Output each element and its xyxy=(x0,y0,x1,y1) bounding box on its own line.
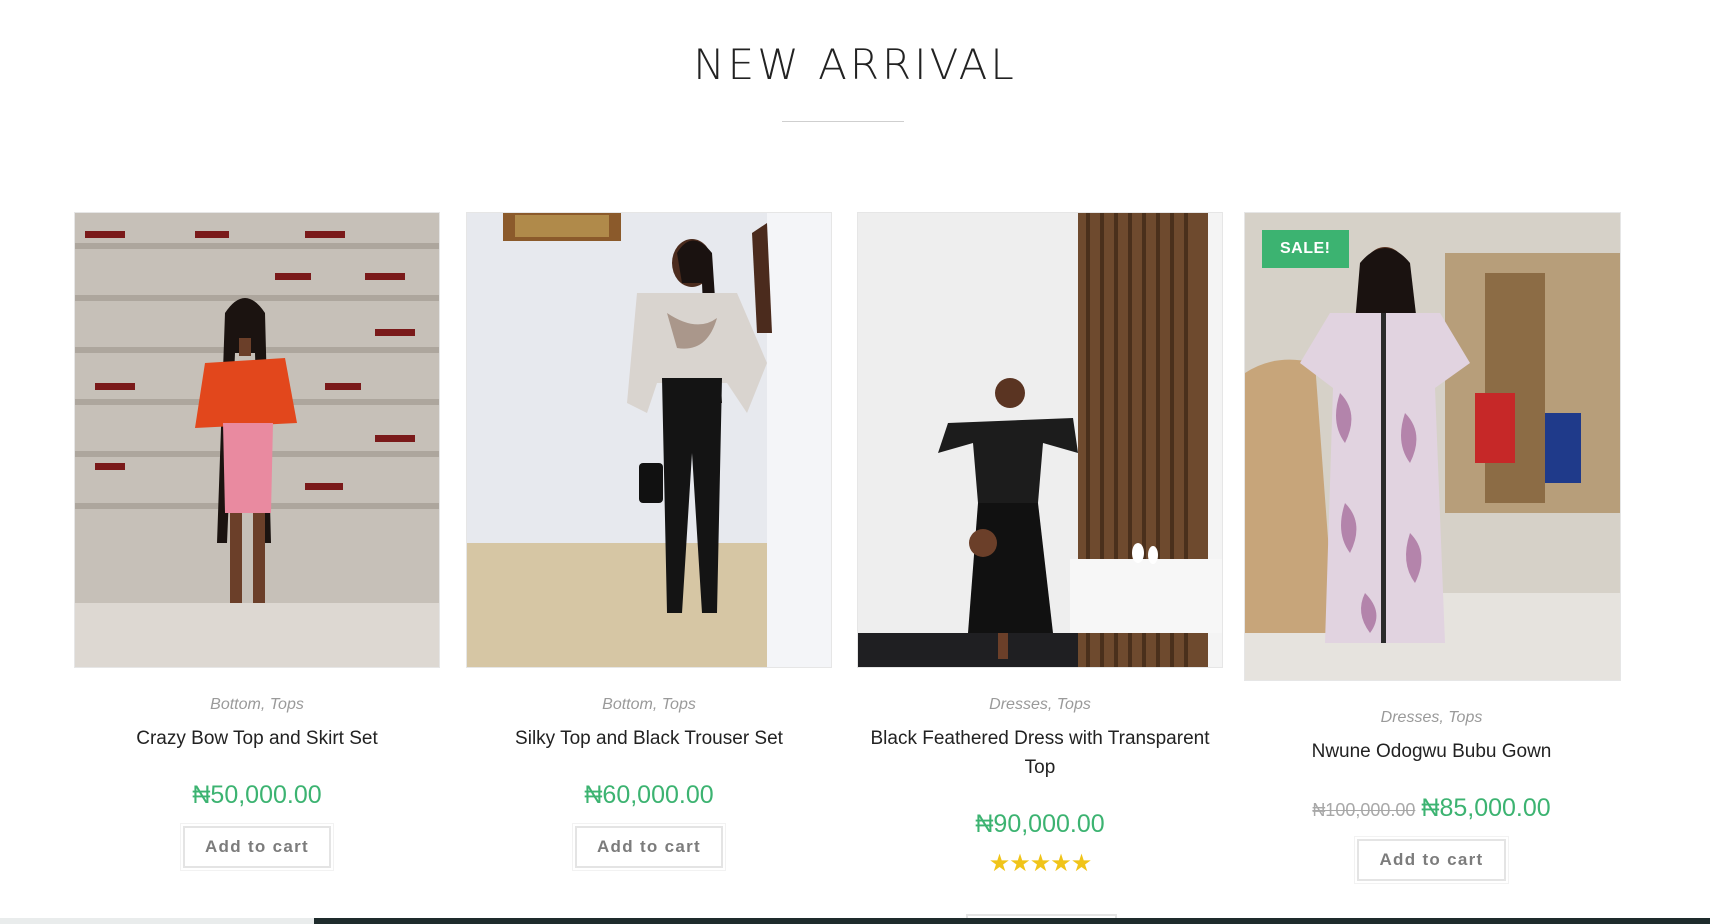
page: NEW ARRIVAL Bottom, Tops Crazy Bow Top a… xyxy=(0,0,1710,924)
product-photo xyxy=(75,213,439,667)
product-categories: Dresses, Tops xyxy=(1380,709,1483,726)
category-link[interactable]: Tops xyxy=(662,696,696,713)
product-name[interactable]: Crazy Bow Top and Skirt Set xyxy=(74,724,440,753)
product-categories: Bottom, Tops xyxy=(602,696,696,713)
category-link[interactable]: Tops xyxy=(1057,696,1091,713)
add-to-cart-button[interactable]: Add to cart xyxy=(1354,836,1509,884)
product-categories: Bottom, Tops xyxy=(210,696,304,713)
section-title: NEW ARRIVAL xyxy=(693,40,1017,89)
category-link[interactable]: Bottom xyxy=(210,696,261,713)
product-name[interactable]: Black Feathered Dress with Transparent T… xyxy=(857,724,1223,782)
product-card-2: Bottom, Tops Silky Top and Black Trouser… xyxy=(466,212,832,871)
footer-bar xyxy=(0,918,1710,924)
product-card-1: Bottom, Tops Crazy Bow Top and Skirt Set… xyxy=(74,212,440,871)
product-price: ₦60,000.00 xyxy=(584,781,714,809)
rating-stars: ★★★★★ xyxy=(988,850,1093,877)
category-link[interactable]: Dresses xyxy=(1381,709,1440,726)
product-image-1[interactable] xyxy=(74,212,440,668)
product-name[interactable]: Silky Top and Black Trouser Set xyxy=(466,724,832,753)
product-image-3[interactable] xyxy=(857,212,1223,668)
sale-badge: SALE! xyxy=(1262,230,1349,268)
product-card-3: Dresses, Tops Black Feathered Dress with… xyxy=(857,212,1223,878)
add-to-cart-button[interactable]: Add to cart xyxy=(179,823,335,871)
product-price: ₦90,000.00 xyxy=(975,810,1105,838)
category-link[interactable]: Bottom xyxy=(602,696,653,713)
sale-price: ₦85,000.00 xyxy=(1421,794,1551,822)
product-price: ₦100,000.00 ₦85,000.00 xyxy=(1244,794,1619,823)
title-divider xyxy=(782,121,904,122)
category-link[interactable]: Tops xyxy=(1448,709,1482,726)
add-to-cart-button[interactable]: Add to cart xyxy=(571,823,727,871)
product-name[interactable]: Nwune Odogwu Bubu Gown xyxy=(1244,737,1619,766)
product-categories: Dresses, Tops xyxy=(989,696,1091,713)
product-photo xyxy=(1245,213,1620,680)
category-link[interactable]: Tops xyxy=(270,696,304,713)
product-photo xyxy=(467,213,831,667)
product-photo xyxy=(858,213,1222,667)
product-card-4: SALE! Dresses, Tops Nwune Odogwu Bubu Go… xyxy=(1244,212,1621,884)
footer-bar-segment xyxy=(0,918,314,924)
category-link[interactable]: Dresses xyxy=(989,696,1048,713)
old-price: ₦100,000.00 xyxy=(1312,800,1416,820)
product-image-4[interactable]: SALE! xyxy=(1244,212,1621,681)
product-image-2[interactable] xyxy=(466,212,832,668)
product-price: ₦50,000.00 xyxy=(192,781,322,809)
